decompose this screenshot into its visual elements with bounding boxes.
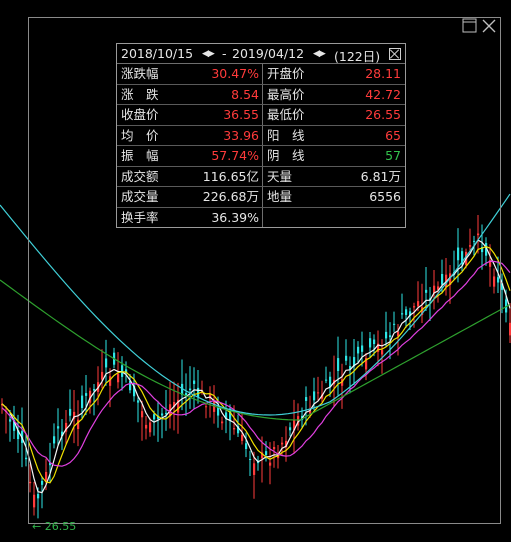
candle-body	[9, 419, 12, 422]
stat-label: 振 幅	[121, 148, 159, 163]
stat-value: 65	[385, 127, 401, 143]
stat-value: 33.96	[223, 127, 259, 143]
stat-label: 涨跌幅	[121, 66, 159, 81]
interval-statistics-popup: 2018/10/15 ◀▶ - 2019/04/12 ◀▶ (122日) 涨跌幅…	[116, 43, 406, 228]
start-date-arrows-icon[interactable]: ◀▶	[202, 49, 215, 59]
stat-label: 均 价	[121, 127, 159, 143]
stats-grid: 涨跌幅 30.47% 开盘价 28.11 涨 跌 8.54 最高价 42.72 收盘价 36.55…	[117, 64, 405, 228]
stats-row: 成交量 226.68万 地量 6556	[117, 187, 405, 208]
stat-label: 成交额	[121, 168, 159, 184]
close-box-icon[interactable]	[389, 48, 401, 60]
stat-label: 最低价	[267, 107, 305, 122]
stat-value: 26.55	[365, 107, 401, 122]
stat-value: 28.11	[365, 66, 401, 81]
stat-value: 57.74%	[211, 148, 259, 163]
stat-value: 30.47%	[211, 66, 259, 81]
stat-label: 收盘价	[121, 107, 159, 122]
date-separator: -	[222, 46, 227, 61]
stat-value: 226.68万	[202, 189, 259, 204]
stat-value: 36.39%	[211, 209, 259, 225]
popup-header: 2018/10/15 ◀▶ - 2019/04/12 ◀▶ (122日)	[117, 44, 405, 64]
restore-window-icon[interactable]	[462, 18, 478, 34]
stats-row: 换手率 36.39%	[117, 208, 405, 229]
stat-value: 6556	[369, 189, 401, 204]
stat-label: 开盘价	[267, 66, 305, 81]
stat-value: 116.65亿	[202, 168, 259, 184]
stats-row: 收盘价 36.55 最低价 26.55	[117, 105, 405, 126]
stat-value: 6.81万	[360, 168, 401, 184]
stat-value: 36.55	[223, 107, 259, 122]
stat-label: 阴 线	[267, 148, 305, 163]
close-window-icon[interactable]	[481, 18, 497, 34]
stats-row: 成交额 116.65亿 天量 6.81万	[117, 167, 405, 187]
stats-row: 涨跌幅 30.47% 开盘价 28.11	[117, 64, 405, 85]
start-date: 2018/10/15	[121, 46, 194, 61]
stat-value: 57	[385, 148, 401, 163]
stats-row: 涨 跌 8.54 最高价 42.72	[117, 85, 405, 105]
stat-label: 天量	[267, 168, 293, 184]
stat-label: 换手率	[121, 209, 159, 225]
stat-label: 涨 跌	[121, 86, 159, 102]
stats-row: 均 价 33.96 阳 线 65	[117, 126, 405, 146]
candle-body	[25, 457, 28, 460]
stat-label: 地量	[267, 189, 293, 204]
stats-row: 振 幅 57.74% 阴 线 57	[117, 146, 405, 167]
stat-value: 8.54	[231, 86, 259, 102]
stat-label: 阳 线	[267, 127, 305, 143]
day-count: (122日)	[334, 49, 381, 64]
min-price-label: ← 26.55	[32, 520, 77, 533]
stat-value: 42.72	[365, 86, 401, 102]
end-date-arrows-icon[interactable]: ◀▶	[313, 49, 326, 59]
end-date: 2019/04/12	[232, 46, 305, 61]
stat-label: 最高价	[267, 86, 305, 102]
stat-label: 成交量	[121, 189, 159, 204]
